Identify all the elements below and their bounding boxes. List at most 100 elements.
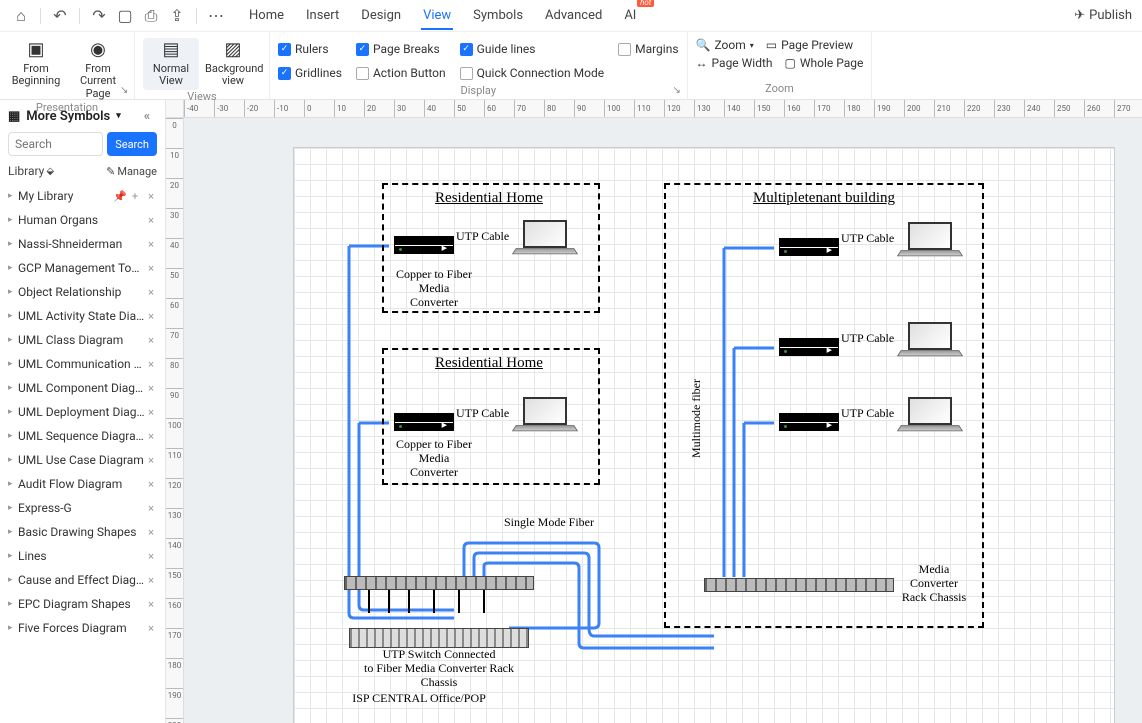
lib-item-16[interactable]: ▸Cause and Effect Diagram×	[0, 568, 165, 592]
lib-item-8[interactable]: ▸UML Component Diagram×	[0, 376, 165, 400]
tab-view[interactable]: View	[421, 2, 453, 29]
lib-item-11[interactable]: ▸UML Use Case Diagram×	[0, 448, 165, 472]
lib-item-2[interactable]: ▸Nassi-Shneiderman×	[0, 232, 165, 256]
background-view-button[interactable]: ▨ Background view	[205, 38, 261, 88]
redo-icon[interactable]: ↷	[88, 5, 110, 27]
x-icon[interactable]: ×	[145, 190, 157, 203]
whole-page-button[interactable]: ▢ Whole Page	[785, 56, 864, 70]
pin-icon[interactable]: ⬙	[46, 166, 54, 177]
media-converter-device-5[interactable]	[779, 413, 839, 431]
close-icon[interactable]: ×	[145, 406, 157, 419]
qat-more-icon[interactable]: ⋯	[205, 5, 227, 27]
media-converter-device-4[interactable]	[779, 338, 839, 356]
close-icon[interactable]: ×	[145, 214, 157, 227]
check-rulers[interactable]: ✓Rulers	[278, 38, 342, 60]
close-icon[interactable]: ×	[145, 358, 157, 371]
tab-advanced[interactable]: Advanced	[543, 2, 604, 29]
search-button[interactable]: Search	[107, 132, 157, 156]
collapse-panel-icon[interactable]: «	[137, 106, 157, 126]
media-converter-device-1[interactable]	[394, 236, 454, 254]
close-icon[interactable]: ×	[145, 286, 157, 299]
lib-item-1[interactable]: ▸Human Organs×	[0, 208, 165, 232]
close-icon[interactable]: ×	[145, 478, 157, 491]
check-action-button[interactable]: Action Button	[356, 62, 446, 84]
close-icon[interactable]: ×	[145, 622, 157, 635]
close-icon[interactable]: ×	[145, 598, 157, 611]
lib-item-12[interactable]: ▸Audit Flow Diagram×	[0, 472, 165, 496]
undo-icon[interactable]: ↶	[49, 5, 71, 27]
zoom-button[interactable]: 🔍 Zoom ▾	[696, 38, 754, 52]
utp-cable-label-3: UTP Cable	[841, 232, 894, 246]
page[interactable]: Residential Home UTP Cable Copper to Fib…	[294, 148, 1114, 723]
lib-item-13[interactable]: ▸Express-G×	[0, 496, 165, 520]
close-icon[interactable]: ×	[145, 430, 157, 443]
laptop-4[interactable]	[899, 322, 961, 360]
canvas[interactable]: Residential Home UTP Cable Copper to Fib…	[184, 118, 1142, 723]
tab-design[interactable]: Design	[359, 2, 403, 29]
media-converter-rack[interactable]	[704, 578, 894, 592]
lib-item-3[interactable]: ▸GCP Management Tools×	[0, 256, 165, 280]
ruler-v-tick: 20	[166, 178, 183, 210]
laptop-5[interactable]	[899, 397, 961, 435]
display-launcher-icon[interactable]: ↘	[673, 85, 683, 95]
check-margins[interactable]: Margins	[618, 38, 678, 60]
lib-item-5[interactable]: ▸UML Activity State Diagram×	[0, 304, 165, 328]
copper-label-2: Copper to Fiber Media Converter	[389, 438, 479, 479]
page-width-button[interactable]: ↔ Page Width	[696, 56, 773, 70]
export-icon[interactable]: ⇪	[166, 5, 188, 27]
lib-item-15[interactable]: ▸Lines×	[0, 544, 165, 568]
close-icon[interactable]: ×	[145, 238, 157, 251]
ruler-h-tick: 40	[424, 100, 456, 117]
print-icon[interactable]: ⎙	[140, 5, 162, 27]
tab-home[interactable]: Home	[247, 2, 286, 29]
lib-item-0[interactable]: ▸My Library📌+×	[0, 184, 165, 208]
lib-item-label: UML Sequence Diagram	[18, 429, 145, 443]
check-guide-lines[interactable]: ✓Guide lines	[460, 38, 604, 60]
check-gridlines[interactable]: ✓Gridlines	[278, 62, 342, 84]
close-icon[interactable]: ×	[145, 382, 157, 395]
lib-item-7[interactable]: ▸UML Communication Diagr...×	[0, 352, 165, 376]
close-icon[interactable]: ×	[145, 550, 157, 563]
plus-icon[interactable]: +	[129, 190, 141, 203]
chevron-right-icon: ▸	[8, 263, 18, 273]
close-icon[interactable]: ×	[145, 262, 157, 275]
close-icon[interactable]: ×	[145, 574, 157, 587]
close-icon[interactable]: ×	[145, 334, 157, 347]
home-icon[interactable]: ⌂	[10, 5, 32, 27]
publish-button[interactable]: ✈ Publish	[1074, 8, 1132, 23]
tab-insert[interactable]: Insert	[304, 2, 341, 29]
lib-item-4[interactable]: ▸Object Relationship×	[0, 280, 165, 304]
lib-item-6[interactable]: ▸UML Class Diagram×	[0, 328, 165, 352]
check-quick-connection-mode[interactable]: Quick Connection Mode	[460, 62, 604, 84]
laptop-2[interactable]	[514, 397, 576, 435]
close-icon[interactable]: ×	[145, 526, 157, 539]
presentation-launcher-icon[interactable]: ↘	[120, 85, 130, 95]
from-current-button[interactable]: ◉ From Current Page	[70, 38, 126, 101]
close-icon[interactable]: ×	[145, 502, 157, 515]
media-converter-device-3[interactable]	[779, 238, 839, 256]
media-converter-device-2[interactable]	[394, 413, 454, 431]
utp-switch[interactable]	[349, 628, 529, 648]
check-page-breaks[interactable]: ✓Page Breaks	[356, 38, 446, 60]
fiber-rack-chassis[interactable]	[344, 576, 534, 590]
lib-item-14[interactable]: ▸Basic Drawing Shapes×	[0, 520, 165, 544]
search-input[interactable]	[8, 132, 103, 156]
close-icon[interactable]: ×	[145, 454, 157, 467]
ruler-h-tick: 90	[574, 100, 606, 117]
laptop-1[interactable]	[514, 220, 576, 258]
from-beginning-button[interactable]: ▣ From Beginning	[8, 38, 64, 88]
normal-view-button[interactable]: ▤ Normal View	[143, 38, 199, 90]
lib-item-18[interactable]: ▸Five Forces Diagram×	[0, 616, 165, 640]
laptop-3[interactable]	[899, 222, 961, 260]
pin-icon[interactable]: 📌	[113, 190, 125, 203]
checkbox-icon: ✓	[278, 43, 291, 56]
save-icon[interactable]: ▢	[114, 5, 136, 27]
lib-item-9[interactable]: ▸UML Deployment Diagram×	[0, 400, 165, 424]
lib-item-10[interactable]: ▸UML Sequence Diagram×	[0, 424, 165, 448]
page-preview-button[interactable]: ▭ Page Preview	[766, 38, 853, 52]
tab-ai[interactable]: AIhot	[622, 2, 638, 29]
lib-item-17[interactable]: ▸EPC Diagram Shapes×	[0, 592, 165, 616]
manage-button[interactable]: ✎ Manage	[106, 165, 157, 178]
tab-symbols[interactable]: Symbols	[471, 2, 525, 29]
close-icon[interactable]: ×	[145, 310, 157, 323]
